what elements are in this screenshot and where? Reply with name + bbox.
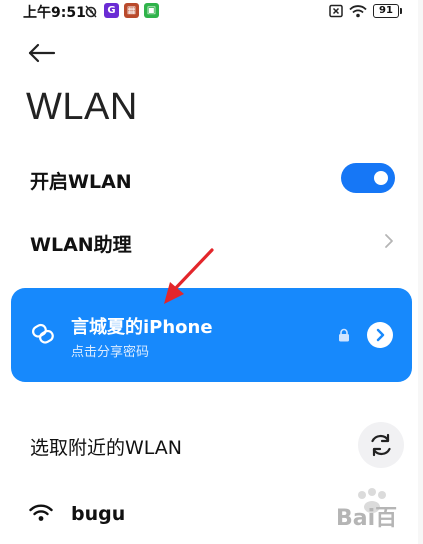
page-title: WLAN <box>26 86 138 128</box>
link-icon <box>32 323 54 344</box>
hotspot-details-button[interactable] <box>367 322 393 348</box>
wifi-status-icon <box>349 5 367 18</box>
chevron-right-icon <box>376 328 385 342</box>
app-badge-3: ▣ <box>144 3 159 18</box>
no-sim-icon <box>329 4 343 18</box>
network-name: bugu <box>71 503 126 525</box>
alarm-icon <box>85 5 97 18</box>
refresh-button[interactable] <box>358 422 404 468</box>
wlan-assistant-label: WLAN助理 <box>30 234 132 256</box>
lock-icon <box>339 328 349 342</box>
app-badge-2: ▦ <box>124 3 139 18</box>
status-time: 上午9:51 <box>23 5 86 21</box>
status-bar: 上午9:51 G ▦ ▣ 91 <box>0 0 423 22</box>
wlan-toggle-switch[interactable] <box>341 163 395 193</box>
hotspot-name: 言城夏的iPhone <box>71 317 213 338</box>
screen-edge <box>418 0 423 544</box>
chevron-right-icon <box>385 234 393 248</box>
annotation-arrow-icon <box>164 248 214 304</box>
wifi-icon <box>29 504 53 521</box>
watermark-text: Bai百 <box>336 506 398 531</box>
back-arrow-icon[interactable] <box>26 38 60 68</box>
toggle-knob <box>374 171 388 185</box>
nearby-wlan-label: 选取附近的WLAN <box>30 437 183 459</box>
app-badge-1: G <box>104 3 119 18</box>
refresh-icon <box>371 433 391 457</box>
wlan-toggle-label: 开启WLAN <box>30 171 132 193</box>
battery-indicator: 91 <box>373 4 402 18</box>
share-password-hint: 点击分享密码 <box>71 345 150 360</box>
